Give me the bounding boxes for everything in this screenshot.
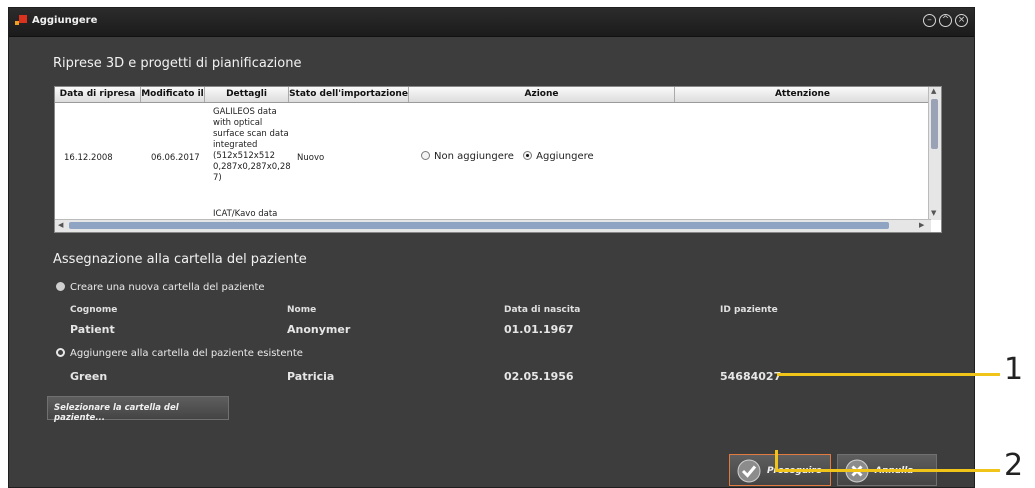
scans-table: Data di ripresa Modificato il Dettagli S…	[54, 86, 942, 233]
radio-add[interactable]: Aggiungere	[523, 151, 594, 162]
details-line: integrated	[213, 140, 258, 150]
select-patient-record-label: Selezionare la cartella del paziente...	[54, 403, 179, 423]
details-line: (512x512x512	[213, 151, 276, 161]
col-surname: Cognome	[70, 305, 118, 315]
cell-status: Nuovo	[297, 153, 325, 163]
details-line: GALILEOS data	[213, 107, 277, 117]
radio-new-record-label: Creare una nuova cartella del paziente	[70, 282, 265, 293]
callout-line-2-vertical	[775, 450, 778, 472]
radio-new-record[interactable]: Creare una nuova cartella del paziente	[56, 282, 265, 293]
col-header-details[interactable]: Dettagli	[205, 87, 289, 102]
checkmark-icon	[737, 459, 761, 483]
radio-not-add-label: Non aggiungere	[434, 151, 514, 162]
col-patient-id: ID paziente	[720, 305, 778, 315]
details-line: with optical	[213, 118, 263, 128]
col-header-modified[interactable]: Modificato il	[141, 87, 205, 102]
table-header: Data di ripresa Modificato il Dettagli S…	[55, 87, 931, 103]
callout-line-1	[777, 373, 1000, 376]
title-bar: Aggiungere – ^ ×	[9, 8, 974, 37]
radio-not-add-icon	[421, 151, 430, 160]
cell-action: Non aggiungere Aggiungere	[421, 151, 594, 162]
cell-modified: 06.06.2017	[151, 153, 200, 163]
col-birth: Data di nascita	[504, 305, 581, 315]
col-header-status[interactable]: Stato dell'importazione	[289, 87, 409, 102]
scroll-left-icon[interactable]: ◀	[58, 221, 63, 229]
existing-patient-name: Patricia	[287, 370, 335, 383]
select-patient-record-button[interactable]: Selezionare la cartella del paziente...	[47, 396, 229, 423]
scans-section-title: Riprese 3D e progetti di pianificazione	[53, 56, 302, 71]
callout-number-2: 2	[1004, 448, 1024, 483]
radio-existing-record[interactable]: Aggiungere alla cartella del paziente es…	[56, 348, 303, 359]
cell-date: 16.12.2008	[64, 153, 113, 163]
new-patient-birth: 01.01.1967	[504, 323, 574, 336]
new-patient-name: Anonymer	[287, 323, 351, 336]
vertical-scrollbar[interactable]: ▲ ▼	[928, 87, 941, 220]
existing-patient-surname: Green	[70, 370, 108, 383]
radio-new-record-icon	[56, 282, 65, 291]
window-title: Aggiungere	[32, 15, 98, 26]
cell-details: GALILEOS data with optical surface scan …	[213, 107, 291, 184]
horizontal-scroll-thumb[interactable]	[69, 222, 889, 229]
radio-existing-record-label: Aggiungere alla cartella del paziente es…	[70, 348, 303, 359]
radio-add-label: Aggiungere	[536, 151, 594, 162]
col-name: Nome	[287, 305, 317, 315]
radio-existing-record-icon	[56, 348, 65, 357]
scroll-right-icon[interactable]: ▶	[919, 221, 924, 229]
close-icon[interactable]: ×	[955, 14, 968, 27]
radio-not-add[interactable]: Non aggiungere	[421, 151, 514, 162]
app-logo-icon	[15, 15, 27, 25]
new-patient-surname: Patient	[70, 323, 115, 336]
existing-patient-birth: 02.05.1956	[504, 370, 574, 383]
details-line: 0,287x0,287x0,28	[213, 162, 291, 172]
scroll-down-icon[interactable]: ▼	[931, 209, 936, 217]
details-line: 7)	[213, 173, 222, 183]
callout-number-1: 1	[1004, 352, 1024, 387]
col-header-action[interactable]: Azione	[409, 87, 675, 102]
assign-section-title: Assegnazione alla cartella del paziente	[53, 252, 307, 267]
col-header-warning[interactable]: Attenzione	[675, 87, 931, 102]
maximize-icon[interactable]: ^	[939, 14, 952, 27]
scroll-up-icon[interactable]: ▲	[931, 87, 936, 95]
radio-add-icon	[523, 151, 533, 160]
add-dialog-window: Aggiungere – ^ × Riprese 3D e progetti d…	[8, 7, 975, 488]
cell-details-next: ICAT/Kavo data	[213, 209, 278, 219]
details-line: surface scan data	[213, 129, 289, 139]
horizontal-scrollbar[interactable]: ◀ ▶	[55, 219, 931, 232]
col-header-date[interactable]: Data di ripresa	[55, 87, 141, 102]
callout-line-2	[776, 469, 1000, 472]
existing-patient-id: 54684027	[720, 370, 782, 383]
minimize-icon[interactable]: –	[923, 14, 936, 27]
vertical-scroll-thumb[interactable]	[931, 99, 938, 149]
